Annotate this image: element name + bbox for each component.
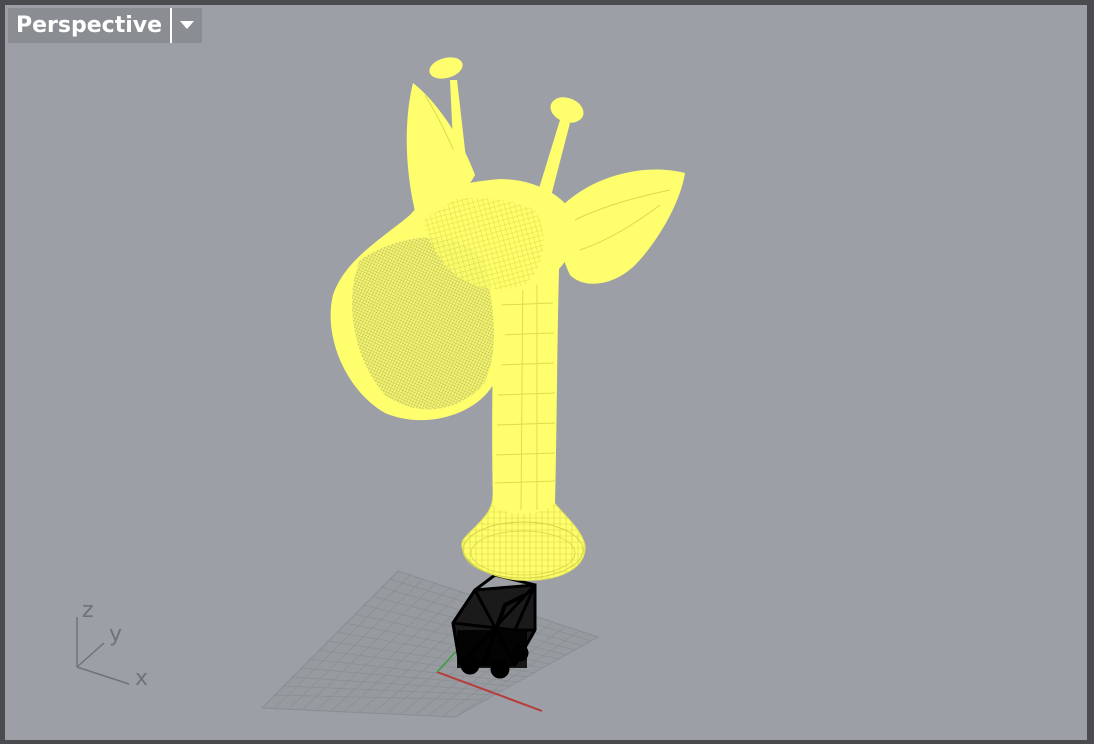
x-axis-label: x	[135, 666, 148, 691]
y-axis-indicator	[76, 642, 105, 668]
triangle-down-icon	[180, 21, 195, 29]
scene-canvas[interactable]: z y x	[5, 5, 1087, 740]
axes-widget: z y x	[76, 598, 148, 691]
z-axis-label: z	[82, 598, 94, 623]
y-axis-label: y	[109, 622, 122, 647]
construction-grid	[260, 570, 600, 718]
x-axis-indicator	[76, 666, 130, 685]
giraffe-head-model[interactable]	[330, 54, 685, 581]
viewport-title-bar: Perspective	[8, 8, 203, 43]
viewport-dropdown-button[interactable]	[172, 8, 203, 43]
perspective-viewport[interactable]: Perspective z y x	[5, 5, 1087, 740]
viewport-name-label[interactable]: Perspective	[8, 8, 173, 43]
